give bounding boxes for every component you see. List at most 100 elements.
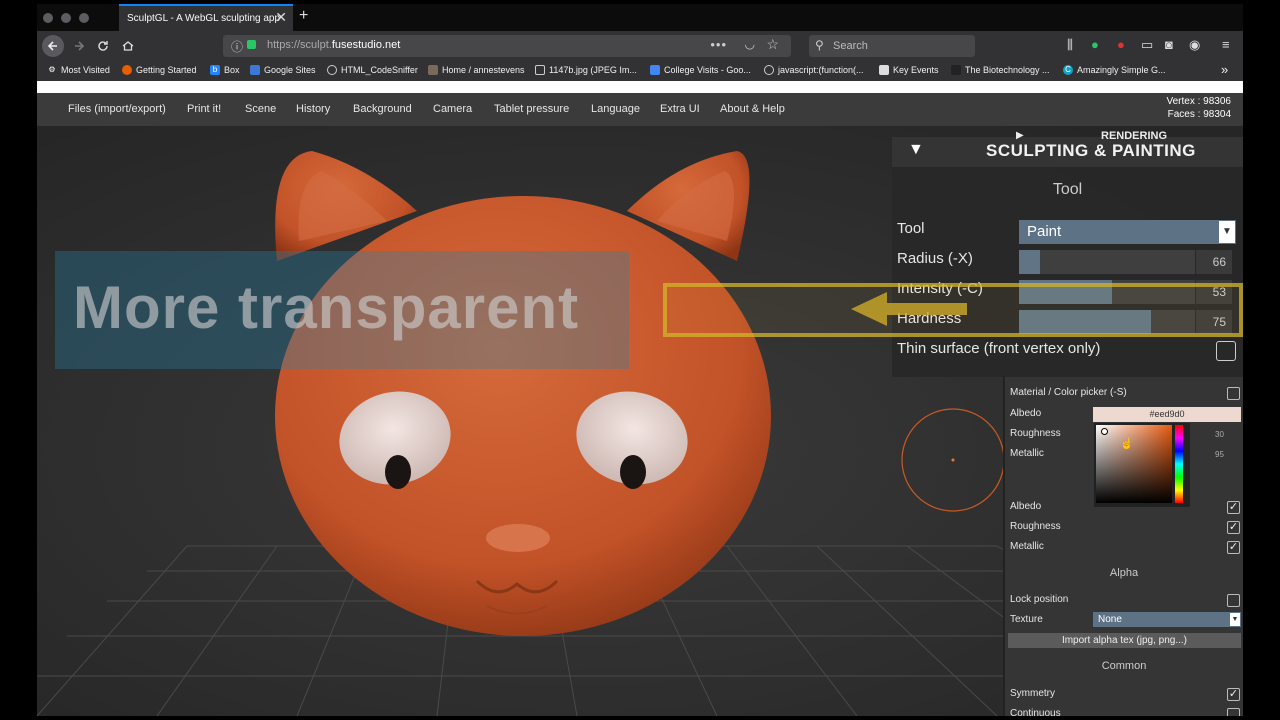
texture-select-value: None bbox=[1098, 614, 1122, 625]
close-window-dot[interactable] bbox=[43, 13, 53, 23]
url-bar[interactable]: ⓘ https://sculpt.fusestudio.net ••• ◡ ☆ bbox=[223, 35, 791, 57]
color-picker[interactable]: ☝ bbox=[1094, 423, 1190, 507]
bookmark-label: Box bbox=[224, 65, 240, 75]
collapse-triangle-icon[interactable]: ▼ bbox=[908, 141, 924, 159]
roughness-checkbox[interactable]: ✓ bbox=[1227, 521, 1240, 534]
bookmark-label: Home / annestevens bbox=[442, 65, 525, 75]
radius-slider[interactable] bbox=[1019, 250, 1195, 274]
tab-strip: SculptGL - A WebGL sculpting app ✕ + bbox=[37, 4, 1243, 31]
image-icon bbox=[535, 65, 545, 75]
bookmark-label: Amazingly Simple G... bbox=[1077, 65, 1166, 75]
tab-sculptgl[interactable]: SculptGL - A WebGL sculpting app ✕ bbox=[119, 4, 293, 31]
bookmark-home-annestevens[interactable]: Home / annestevens bbox=[428, 65, 525, 75]
color-handle[interactable] bbox=[1101, 428, 1108, 435]
back-button[interactable] bbox=[42, 35, 64, 57]
new-tab-icon[interactable]: + bbox=[299, 7, 308, 25]
bookmark-html-codesniffer[interactable]: HTML_CodeSniffer bbox=[327, 65, 418, 75]
albedo-color-swatch[interactable]: #eed9d0 bbox=[1093, 407, 1241, 422]
tab-title: SculptGL - A WebGL sculpting app bbox=[127, 13, 281, 24]
info-icon[interactable]: ⓘ bbox=[231, 38, 243, 55]
bookmarks-overflow-chevron-icon[interactable]: » bbox=[1221, 62, 1228, 77]
bookmark-biotechnology[interactable]: The Biotechnology ... bbox=[951, 65, 1050, 75]
thin-surface-label: Thin surface (front vertex only) bbox=[897, 340, 1101, 357]
search-input[interactable]: Search bbox=[833, 40, 868, 52]
symmetry-checkbox[interactable]: ✓ bbox=[1227, 688, 1240, 701]
sidebar-icon[interactable]: ▭ bbox=[1141, 37, 1153, 53]
roughness-value[interactable]: 30 bbox=[1215, 430, 1224, 439]
bookmark-amazingly-simple[interactable]: C Amazingly Simple G... bbox=[1063, 65, 1166, 75]
mesh-stats: Vertex : 98306 Faces : 98304 bbox=[1167, 95, 1232, 121]
bookmark-star-icon[interactable]: ☆ bbox=[766, 36, 779, 53]
search-bar[interactable]: ⚲ Search bbox=[809, 35, 975, 57]
reload-icon bbox=[98, 41, 108, 51]
menu-camera[interactable]: Camera bbox=[433, 103, 472, 115]
sites-icon bbox=[250, 65, 260, 75]
gear-icon: ⚙ bbox=[48, 65, 56, 74]
radius-label: Radius (-X) bbox=[897, 250, 973, 267]
nose bbox=[486, 524, 550, 552]
bookmark-college-visits[interactable]: College Visits - Goo... bbox=[650, 65, 751, 75]
metallic-checkbox[interactable]: ✓ bbox=[1227, 541, 1240, 554]
minimize-window-dot[interactable] bbox=[61, 13, 71, 23]
menu-language[interactable]: Language bbox=[591, 103, 640, 115]
forward-button[interactable] bbox=[68, 35, 90, 57]
bookmark-label: javascript:(function(... bbox=[778, 65, 864, 75]
menu-tablet-pressure[interactable]: Tablet pressure bbox=[494, 103, 569, 115]
albedo-checkbox[interactable]: ✓ bbox=[1227, 501, 1240, 514]
account-icon[interactable]: ◉ bbox=[1189, 37, 1200, 53]
bookmark-box[interactable]: b Box bbox=[210, 65, 240, 75]
url-domain: fusestudio.net bbox=[331, 39, 401, 51]
calendar-icon bbox=[650, 65, 660, 75]
thin-surface-checkbox[interactable] bbox=[1216, 341, 1236, 361]
bookmark-label: Key Events bbox=[893, 65, 939, 75]
texture-label: Texture bbox=[1010, 614, 1043, 625]
menu-scene[interactable]: Scene bbox=[245, 103, 276, 115]
library-icon[interactable]: ⫼ bbox=[1067, 37, 1073, 53]
close-tab-icon[interactable]: ✕ bbox=[275, 9, 287, 26]
texture-select[interactable]: None ▼ bbox=[1093, 612, 1241, 627]
page-actions-icon[interactable]: ••• bbox=[710, 37, 727, 52]
hue-slider[interactable] bbox=[1175, 425, 1183, 503]
maximize-window-dot[interactable] bbox=[79, 13, 89, 23]
metallic-value[interactable]: 95 bbox=[1215, 450, 1224, 459]
url-text[interactable]: https://sculpt.fusestudio.net bbox=[267, 39, 400, 51]
expand-triangle-icon[interactable]: ▶ bbox=[1016, 130, 1024, 141]
roughness-toggle-label: Roughness bbox=[1010, 521, 1061, 532]
albedo-toggle-label: Albedo bbox=[1010, 501, 1042, 512]
saturation-value-area[interactable] bbox=[1096, 425, 1172, 503]
search-icon: ⚲ bbox=[815, 38, 824, 52]
sculpting-section-header[interactable]: ▼ SCULPTING & PAINTING bbox=[892, 137, 1243, 167]
reload-button[interactable] bbox=[92, 35, 114, 57]
bookmark-javascript[interactable]: javascript:(function(... bbox=[764, 65, 864, 75]
bookmark-1147b-jpg[interactable]: 1147b.jpg (JPEG Im... bbox=[535, 65, 637, 75]
menu-about-help[interactable]: About & Help bbox=[720, 103, 785, 115]
bookmark-key-events[interactable]: Key Events bbox=[879, 65, 939, 75]
import-alpha-button[interactable]: Import alpha tex (jpg, png...) bbox=[1008, 633, 1241, 648]
menu-history[interactable]: History bbox=[296, 103, 330, 115]
menu-extra-ui[interactable]: Extra UI bbox=[660, 103, 700, 115]
extension-green-icon[interactable]: ● bbox=[1091, 37, 1099, 52]
lock-icon[interactable] bbox=[247, 40, 256, 49]
extension-adblock-icon[interactable]: ● bbox=[1117, 37, 1125, 52]
bookmark-label: College Visits - Goo... bbox=[664, 65, 751, 75]
menu-background[interactable]: Background bbox=[353, 103, 412, 115]
url-prefix: https://sculpt. bbox=[267, 39, 332, 51]
radius-value[interactable]: 66 bbox=[1196, 250, 1232, 274]
chat-icon[interactable]: ◙ bbox=[1165, 37, 1173, 52]
bookmark-most-visited[interactable]: ⚙ Most Visited bbox=[47, 65, 109, 75]
bookmark-google-sites[interactable]: Google Sites bbox=[250, 65, 316, 75]
bookmark-getting-started[interactable]: Getting Started bbox=[122, 65, 197, 75]
material-checkbox[interactable] bbox=[1227, 387, 1240, 400]
menu-print[interactable]: Print it! bbox=[187, 103, 221, 115]
menu-icon[interactable]: ≡ bbox=[1222, 37, 1230, 52]
home-button[interactable] bbox=[117, 35, 139, 57]
rendering-section-label[interactable]: RENDERING bbox=[1101, 130, 1167, 142]
continuous-label: Continuous bbox=[1010, 708, 1061, 716]
pocket-icon[interactable]: ◡ bbox=[745, 37, 755, 51]
sculptgl-app: Files (import/export) Print it! Scene Hi… bbox=[37, 93, 1243, 716]
menu-files[interactable]: Files (import/export) bbox=[68, 103, 166, 115]
tool-select[interactable]: Paint ▼ bbox=[1019, 220, 1236, 244]
back-arrow-icon bbox=[47, 41, 57, 51]
continuous-checkbox[interactable] bbox=[1227, 708, 1240, 716]
lock-position-checkbox[interactable] bbox=[1227, 594, 1240, 607]
